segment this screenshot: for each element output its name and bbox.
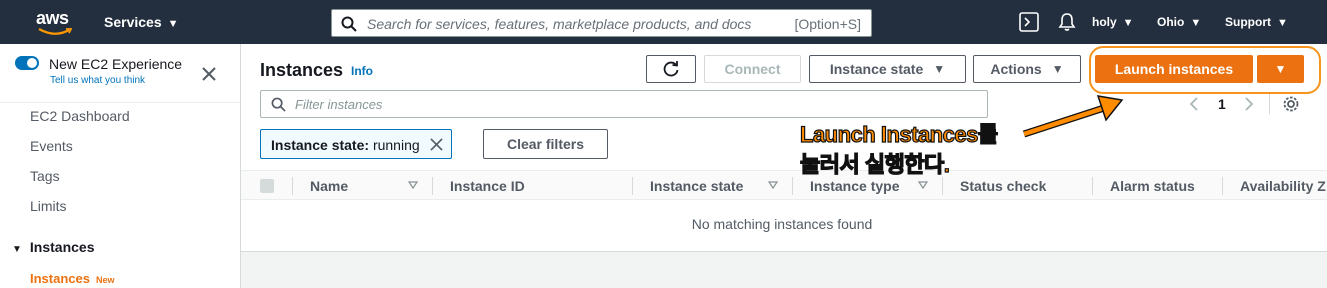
select-all-checkbox[interactable] (260, 179, 274, 193)
info-link[interactable]: Info (351, 64, 373, 78)
notifications-bell-icon[interactable] (1058, 12, 1076, 32)
sidebar-item-label: Instances (30, 271, 90, 286)
user-menu[interactable]: holy ▼ (1092, 15, 1134, 29)
settings-gear-icon[interactable] (1282, 95, 1300, 113)
new-experience-toggle[interactable] (15, 56, 39, 70)
region-menu[interactable]: Ohio ▼ (1157, 15, 1201, 29)
column-availability-zone[interactable]: Availability Z (1240, 178, 1326, 194)
sidebar-section-instances[interactable]: ▼ Instances (12, 239, 95, 255)
top-navigation-bar: aws Services ▼ Search for services, featu… (0, 0, 1327, 44)
support-menu[interactable]: Support ▼ (1225, 15, 1288, 29)
column-separator (1222, 177, 1223, 195)
filter-chip-key: Instance state: (271, 137, 370, 153)
actions-label: Actions (990, 61, 1042, 77)
column-separator (1092, 177, 1093, 195)
remove-filter-icon[interactable] (430, 138, 443, 151)
filter-chip[interactable]: Instance state: running (260, 129, 452, 159)
caret-down-icon: ▼ (1051, 62, 1064, 76)
filter-chip-value: running (372, 137, 420, 153)
empty-table-message: No matching instances found (691, 216, 873, 232)
column-separator (942, 177, 943, 195)
column-instance-id[interactable]: Instance ID (450, 178, 525, 194)
filter-placeholder: Filter instances (295, 97, 383, 112)
column-separator (792, 177, 793, 195)
table-header: Name Instance ID Instance state Instance… (241, 170, 1327, 200)
column-name[interactable]: Name (310, 178, 348, 194)
aws-logo[interactable]: aws (36, 8, 74, 38)
caret-down-icon: ▼ (1190, 17, 1202, 29)
column-separator (632, 177, 633, 195)
sidebar: New EC2 Experience Tell us what you thin… (0, 44, 241, 288)
user-label: holy (1092, 15, 1117, 29)
caret-down-icon: ▼ (1277, 17, 1288, 29)
search-placeholder: Search for services, features, marketpla… (367, 16, 752, 32)
column-separator (432, 177, 433, 195)
instance-state-label: Instance state (829, 61, 924, 77)
search-box[interactable]: Search for services, features, marketpla… (331, 9, 872, 37)
new-badge: New (95, 275, 115, 285)
aws-logo-text: aws (36, 8, 69, 28)
search-shortcut: [Option+S] (794, 16, 861, 32)
column-status-check[interactable]: Status check (960, 178, 1046, 194)
close-icon[interactable] (201, 66, 217, 82)
filter-chip-label: Instance state: running (271, 137, 420, 153)
clear-filters-button[interactable]: Clear filters (483, 129, 608, 159)
filter-instances-input[interactable]: Filter instances (260, 90, 988, 118)
column-instance-type[interactable]: Instance type (810, 178, 899, 194)
sort-icon[interactable] (408, 180, 418, 190)
toggle-knob (27, 58, 37, 68)
search-icon (341, 16, 357, 32)
sidebar-item-ec2-dashboard[interactable]: EC2 Dashboard (30, 108, 130, 124)
sidebar-item-tags[interactable]: Tags (30, 168, 60, 184)
page-title: Instances (260, 60, 344, 80)
pager-divider (1269, 94, 1270, 114)
sidebar-item-instances[interactable]: Instances New (30, 271, 115, 286)
annotation-arrow-icon (1022, 95, 1124, 138)
sidebar-item-events[interactable]: Events (30, 138, 73, 154)
search-icon (271, 97, 286, 112)
annotation-text-line-2: 눌러서 실행한다. (799, 151, 950, 177)
sidebar-divider (0, 102, 240, 103)
sidebar-item-limits[interactable]: Limits (30, 198, 67, 214)
caret-down-icon: ▼ (933, 62, 946, 76)
column-separator (292, 177, 293, 195)
instance-state-button[interactable]: Instance state ▼ (809, 55, 966, 83)
next-page-icon[interactable] (1243, 96, 1255, 112)
annotation-text-line-1: Launch Instances를 (799, 121, 998, 147)
page-number[interactable]: 1 (1218, 96, 1226, 112)
aws-smile-icon (38, 28, 72, 35)
column-instance-state[interactable]: Instance state (650, 178, 743, 194)
feedback-link[interactable]: Tell us what you think (50, 75, 145, 86)
new-experience-title: New EC2 Experience (49, 56, 183, 72)
column-alarm-status[interactable]: Alarm status (1110, 178, 1195, 194)
cloudshell-icon[interactable] (1019, 12, 1039, 32)
services-menu[interactable]: Services ▼ (104, 14, 179, 30)
caret-down-icon: ▼ (1122, 17, 1134, 29)
previous-page-icon[interactable] (1188, 96, 1200, 112)
sort-icon[interactable] (768, 180, 778, 190)
support-label: Support (1225, 15, 1271, 29)
actions-button[interactable]: Actions ▼ (973, 55, 1081, 83)
refresh-button[interactable] (646, 55, 696, 83)
services-label: Services (104, 14, 162, 30)
caret-down-icon: ▼ (12, 244, 22, 255)
refresh-icon (663, 61, 679, 77)
sidebar-section-label: Instances (29, 239, 95, 255)
connect-button[interactable]: Connect (704, 55, 801, 83)
sort-icon[interactable] (918, 180, 928, 190)
launch-button-highlight-ring (1089, 46, 1321, 94)
caret-down-icon: ▼ (167, 18, 179, 30)
region-label: Ohio (1157, 15, 1185, 29)
